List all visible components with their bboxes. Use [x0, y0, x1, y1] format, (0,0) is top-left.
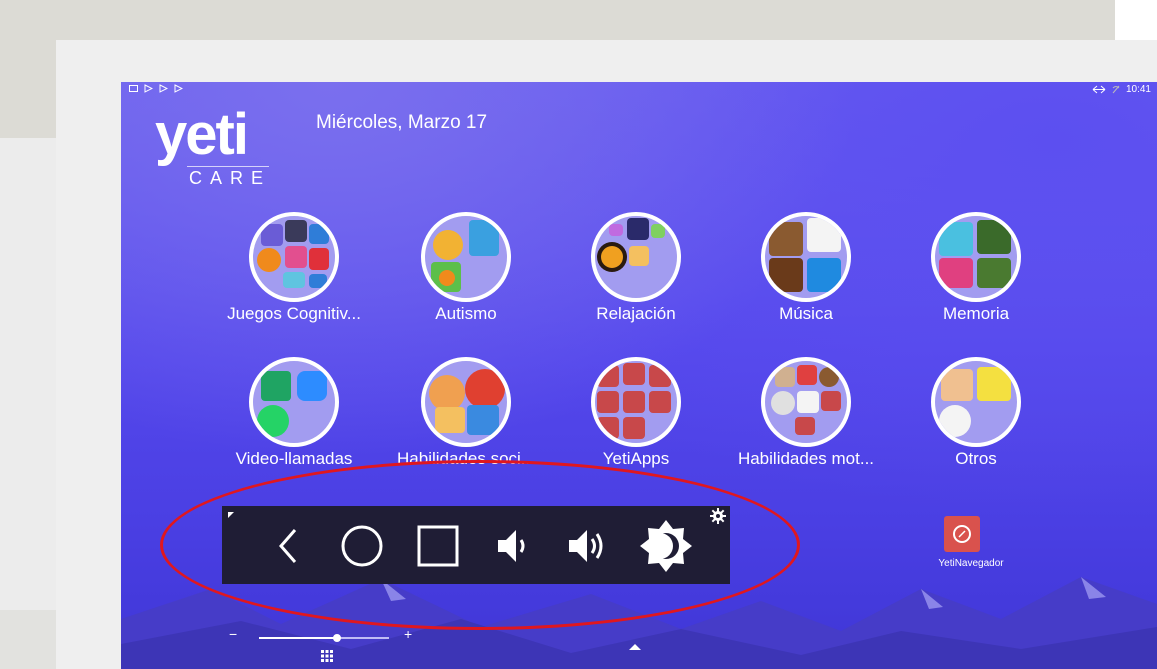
folder-icon	[591, 357, 681, 447]
app-label: Otros	[955, 449, 997, 468]
folder-icon	[931, 357, 1021, 447]
app-yetinavegador[interactable]: YetiNavegador	[929, 516, 1029, 596]
icon-size-slider[interactable]: − +	[229, 626, 419, 662]
folder-icon	[591, 212, 681, 302]
folder-icon	[761, 357, 851, 447]
app-folder-juegos-cognitivos[interactable]: Juegos Cognitiv...	[223, 212, 373, 337]
home-button[interactable]	[334, 518, 390, 574]
expand-up-icon[interactable]	[629, 644, 641, 650]
back-button[interactable]	[260, 518, 316, 574]
volume-up-icon	[569, 530, 603, 562]
slider-knob[interactable]	[333, 634, 341, 642]
app-label: YetiNavegador	[938, 558, 1004, 569]
clock: 10:41	[1125, 84, 1151, 95]
recents-button[interactable]	[410, 518, 466, 574]
app-label: Habilidades soci...	[397, 449, 535, 468]
app-label: Autismo	[435, 304, 497, 323]
folder-icon	[249, 212, 339, 302]
volume-down-icon	[498, 530, 525, 562]
folder-icon	[249, 357, 339, 447]
outer-background-left	[0, 138, 56, 610]
volume-down-button[interactable]	[484, 518, 540, 574]
app-label: Memoria	[942, 304, 1010, 323]
slider-plus[interactable]: +	[404, 626, 412, 642]
app-folder-otros[interactable]: Otros	[905, 357, 1055, 482]
app-folder-habilidades-sociales[interactable]: Habilidades soci...	[395, 357, 545, 482]
app-folder-relajacion[interactable]: Relajación	[565, 212, 715, 337]
play-store-icon	[174, 84, 183, 93]
screen-icon	[129, 85, 138, 92]
app-folder-habilidades-motoras[interactable]: Habilidades mot...	[735, 357, 885, 482]
folder-icon	[421, 357, 511, 447]
app-label: Relajación	[596, 304, 676, 323]
app-label: Juegos Cognitiv...	[227, 304, 361, 323]
app-folder-musica[interactable]: Música	[735, 212, 885, 337]
brightness-icon	[640, 520, 692, 572]
compass-icon	[944, 516, 980, 552]
tablet-screen: 10:41 yeti CARE Miércoles, Marzo 17 Jueg…	[121, 82, 1157, 669]
logo-wordmark: yeti	[155, 102, 249, 167]
app-folder-video-llamadas[interactable]: Video-llamadas	[223, 357, 373, 482]
folder-icon	[761, 212, 851, 302]
floating-navigation-bar	[222, 506, 730, 584]
back-icon	[279, 529, 297, 563]
app-label: YetiApps	[602, 449, 670, 468]
app-folder-autismo[interactable]: Autismo	[395, 212, 545, 337]
app-folder-memoria[interactable]: Memoria	[905, 212, 1055, 337]
outer-background-left-bottom	[0, 610, 56, 669]
folder-icon	[931, 212, 1021, 302]
play-store-icon	[159, 84, 168, 93]
yeti-care-logo: yeti CARE	[155, 106, 275, 196]
slider-minus[interactable]: −	[229, 626, 237, 642]
app-drawer-grid-icon[interactable]	[321, 650, 333, 662]
wifi-off-icon	[1112, 85, 1120, 94]
logo-subtitle: CARE	[189, 168, 272, 188]
app-label: Habilidades mot...	[737, 449, 875, 468]
play-store-icon	[144, 84, 153, 93]
drag-handle[interactable]	[228, 512, 234, 518]
folder-icon	[421, 212, 511, 302]
slider-fill	[259, 637, 337, 639]
gear-icon[interactable]	[710, 508, 726, 524]
app-label: Video-llamadas	[235, 449, 353, 468]
brightness-button[interactable]	[638, 518, 694, 574]
volume-up-button[interactable]	[558, 518, 614, 574]
slider-track[interactable]	[259, 634, 389, 642]
recents-icon	[417, 525, 459, 567]
app-label: Música	[779, 304, 833, 323]
home-icon	[341, 525, 383, 567]
app-folder-yetiapps[interactable]: YetiApps	[565, 357, 715, 482]
date-display: Miércoles, Marzo 17	[316, 112, 488, 133]
link-icon	[1092, 85, 1106, 94]
status-bar: 10:41	[121, 82, 1157, 98]
